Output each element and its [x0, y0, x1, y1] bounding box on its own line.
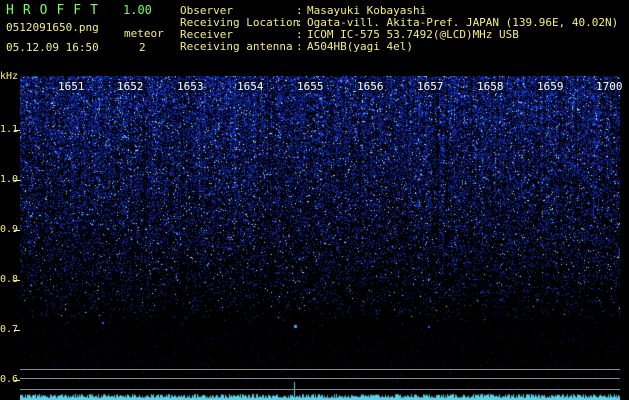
antenna-label: Receiving antenna: [180, 40, 293, 53]
y-tick: [14, 330, 20, 331]
time-mark: 1654: [236, 80, 265, 93]
app-version: 1.00: [123, 3, 152, 17]
time-mark: 1655: [296, 80, 325, 93]
baseline-line: [20, 378, 620, 379]
y-tick: [14, 380, 20, 381]
time-mark: 1659: [536, 80, 565, 93]
timestamp: 05.12.09 16:50: [6, 41, 99, 54]
observer-value: Masayuki Kobayashi: [307, 4, 427, 17]
antenna-colon: :: [296, 40, 303, 53]
y-tick: [14, 180, 20, 181]
time-mark: 1658: [476, 80, 505, 93]
location-label: Receiving Location: [180, 16, 300, 29]
header-panel: HROFFT 1.00 0512091650.png meteor 05.12.…: [0, 0, 629, 56]
y-tick: [14, 230, 20, 231]
time-mark: 1653: [176, 80, 205, 93]
location-colon: :: [296, 16, 303, 29]
spectrogram-image: [20, 76, 620, 400]
receiver-label: Receiver: [180, 28, 233, 41]
time-mark: 1657: [416, 80, 445, 93]
receiver-value: ICOM IC-575 53.7492(@LCD)MHz USB: [307, 28, 519, 41]
baseline-line: [20, 389, 620, 390]
receiver-colon: :: [296, 28, 303, 41]
file-name: 0512091650.png: [6, 21, 99, 34]
y-axis: 1.1 1.0 0.9 0.8 0.7 0.6: [0, 76, 20, 400]
time-mark: 1656: [356, 80, 385, 93]
meteor-label: meteor: [124, 27, 164, 40]
baseline-line: [20, 369, 620, 370]
app-title: HROFFT: [6, 3, 107, 18]
observer-colon: :: [296, 4, 303, 17]
time-mark: 1651: [57, 80, 86, 93]
location-value: Ogata-vill. Akita-Pref. JAPAN (139.96E, …: [307, 16, 619, 29]
spectrogram-panel: [20, 76, 620, 400]
observer-label: Observer: [180, 4, 233, 17]
antenna-value: A504HB(yagi 4el): [307, 40, 413, 53]
meteor-count: 2: [139, 41, 146, 54]
time-mark: 1700: [595, 80, 624, 93]
y-tick: [14, 280, 20, 281]
time-mark: 1652: [116, 80, 145, 93]
y-tick: [14, 130, 20, 131]
